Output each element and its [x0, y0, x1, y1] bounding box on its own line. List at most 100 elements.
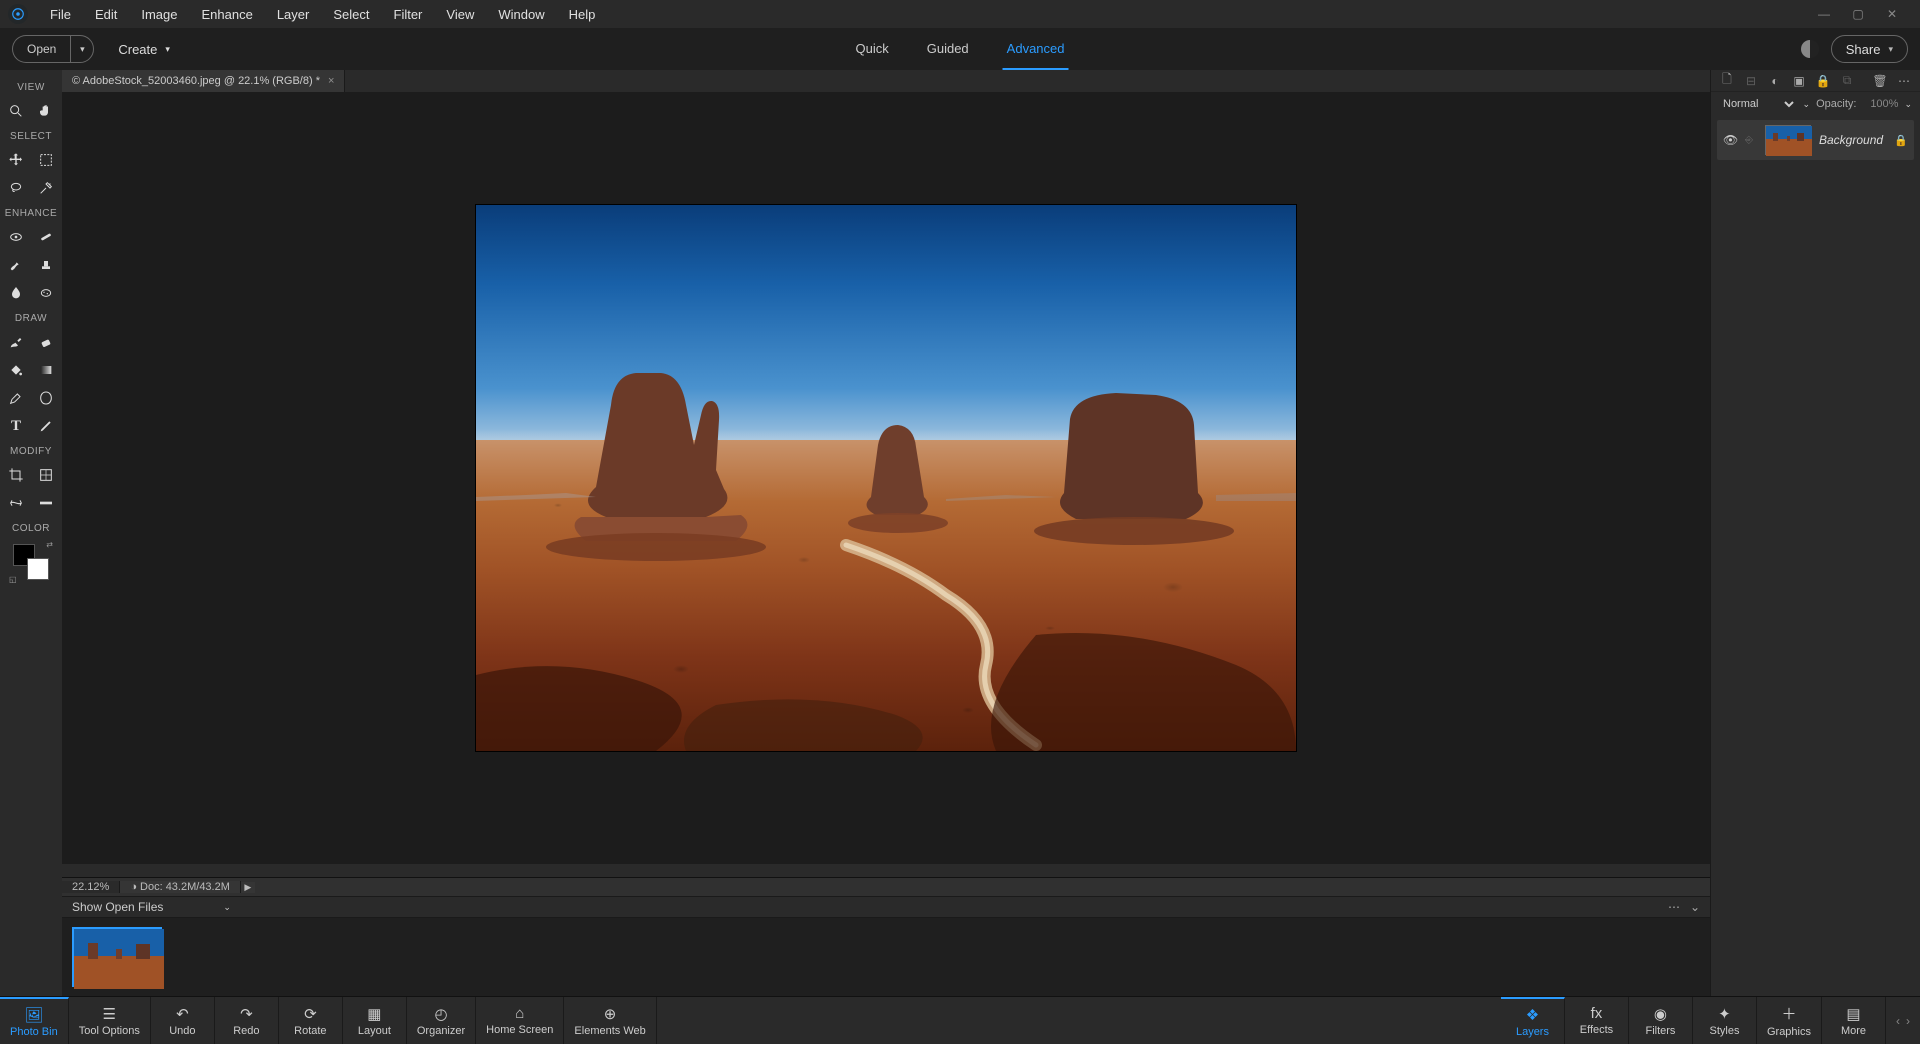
layer-row[interactable]: 👁 ⎆ Background 🔒: [1717, 120, 1914, 160]
menu-edit[interactable]: Edit: [83, 1, 129, 28]
bb-organizer[interactable]: ◴Organizer: [407, 997, 476, 1044]
menu-select[interactable]: Select: [321, 1, 381, 28]
tab-advanced[interactable]: Advanced: [1003, 29, 1069, 70]
new-group-icon[interactable]: ⊟: [1743, 73, 1759, 89]
menu-file[interactable]: File: [38, 1, 83, 28]
menu-view[interactable]: View: [434, 1, 486, 28]
recompose-tool[interactable]: [35, 464, 57, 486]
chevron-down-icon[interactable]: ⌄: [223, 902, 231, 913]
photobin-menu-icon[interactable]: ⋯: [1668, 900, 1680, 914]
color-swatches[interactable]: ⇄ ◱: [13, 544, 49, 580]
zoom-tool[interactable]: [5, 100, 27, 122]
chevron-down-icon[interactable]: ⌄: [1904, 99, 1912, 110]
paint-bucket-tool[interactable]: [5, 359, 27, 381]
content-aware-move-tool[interactable]: [5, 492, 27, 514]
bb-redo[interactable]: ↷Redo: [215, 997, 279, 1044]
bb-styles[interactable]: ✦Styles: [1693, 997, 1757, 1044]
sponge-tool[interactable]: [35, 282, 57, 304]
close-tab-icon[interactable]: ×: [328, 75, 334, 87]
tab-guided[interactable]: Guided: [923, 29, 973, 70]
open-button[interactable]: Open ▾: [12, 35, 94, 63]
doc-info[interactable]: ◑ Doc: 43.2M/43.2M: [120, 881, 241, 893]
move-tool[interactable]: [5, 149, 27, 171]
gradient-tool[interactable]: [35, 359, 57, 381]
menu-layer[interactable]: Layer: [265, 1, 322, 28]
bb-undo[interactable]: ↶Undo: [151, 997, 215, 1044]
bb-rotate[interactable]: ⟳Rotate: [279, 997, 343, 1044]
lock-icon[interactable]: 🔒: [1815, 73, 1831, 89]
window-close-icon[interactable]: ✕: [1880, 4, 1904, 24]
layer-name[interactable]: Background: [1819, 133, 1886, 147]
rotate-icon: ⟳: [304, 1005, 317, 1023]
document-tab[interactable]: © AdobeStock_52003460.jpeg @ 22.1% (RGB/…: [62, 70, 345, 92]
hand-tool[interactable]: [35, 100, 57, 122]
photobin-thumbnail[interactable]: [72, 927, 162, 987]
swap-colors-icon[interactable]: ⇄: [46, 540, 53, 549]
bb-photo-bin[interactable]: 🖼 Photo Bin: [0, 997, 69, 1044]
lasso-tool[interactable]: [5, 177, 27, 199]
bb-layers[interactable]: ❖Layers: [1501, 997, 1565, 1044]
bb-elements-web[interactable]: ⊕Elements Web: [564, 997, 656, 1044]
bb-tool-options[interactable]: ☰ Tool Options: [69, 997, 151, 1044]
smart-brush-tool[interactable]: [5, 254, 27, 276]
bb-graphics[interactable]: ＋Graphics: [1757, 997, 1822, 1044]
mask-icon[interactable]: ▣: [1791, 73, 1807, 89]
straighten-tool[interactable]: [35, 492, 57, 514]
window-maximize-icon[interactable]: ▢: [1846, 4, 1870, 24]
canvas-viewport[interactable]: [62, 92, 1710, 864]
layer-lock-icon[interactable]: 🔒: [1894, 134, 1908, 147]
opacity-value[interactable]: 100%: [1862, 98, 1898, 110]
contrast-toggle-icon[interactable]: [1801, 40, 1819, 58]
menu-help[interactable]: Help: [557, 1, 608, 28]
bottombar-prev-icon[interactable]: ‹: [1896, 1014, 1900, 1028]
bottombar-next-icon[interactable]: ›: [1906, 1014, 1910, 1028]
tab-quick[interactable]: Quick: [852, 29, 893, 70]
zoom-value[interactable]: 22.12%: [62, 881, 120, 893]
eraser-tool[interactable]: [35, 331, 57, 353]
magic-wand-tool[interactable]: [35, 177, 57, 199]
layer-thumbnail[interactable]: [1765, 125, 1811, 155]
marquee-tool[interactable]: [35, 149, 57, 171]
red-eye-tool[interactable]: [5, 226, 27, 248]
link-layers-icon[interactable]: ⧉: [1839, 73, 1855, 89]
menu-window[interactable]: Window: [486, 1, 556, 28]
color-picker-tool[interactable]: [5, 387, 27, 409]
menu-enhance[interactable]: Enhance: [190, 1, 265, 28]
delete-layer-icon[interactable]: 🗑: [1872, 73, 1888, 89]
menu-image[interactable]: Image: [129, 1, 189, 28]
brush-tool[interactable]: [5, 331, 27, 353]
horizontal-scrollbar[interactable]: [62, 864, 1710, 878]
photobin-collapse-icon[interactable]: ⌄: [1690, 900, 1700, 914]
crop-tool[interactable]: [5, 464, 27, 486]
bb-home-screen[interactable]: ⌂Home Screen: [476, 997, 564, 1044]
share-button[interactable]: Share ▾: [1831, 35, 1908, 63]
bb-effects[interactable]: fxEffects: [1565, 997, 1629, 1044]
type-tool[interactable]: T: [5, 415, 27, 437]
open-dropdown-icon[interactable]: ▾: [70, 35, 94, 63]
create-button[interactable]: Create ▾: [118, 42, 170, 57]
new-layer-icon[interactable]: 🗋: [1719, 73, 1735, 89]
spot-heal-tool[interactable]: [35, 226, 57, 248]
reset-colors-icon[interactable]: ◱: [9, 575, 17, 584]
background-color-swatch[interactable]: [27, 558, 49, 580]
undo-icon: ↶: [176, 1005, 189, 1023]
blur-tool[interactable]: [5, 282, 27, 304]
document-tabs: © AdobeStock_52003460.jpeg @ 22.1% (RGB/…: [62, 70, 1710, 92]
clone-stamp-tool[interactable]: [35, 254, 57, 276]
bb-filters[interactable]: ◉Filters: [1629, 997, 1693, 1044]
layer-link-icon[interactable]: ⎆: [1745, 135, 1757, 146]
menu-filter[interactable]: Filter: [382, 1, 435, 28]
pencil-tool[interactable]: [35, 415, 57, 437]
status-arrow-icon[interactable]: ▶: [241, 882, 255, 893]
layer-visibility-icon[interactable]: 👁: [1723, 133, 1737, 147]
section-view: VIEW: [17, 82, 45, 93]
panel-menu-icon[interactable]: ⋯: [1896, 73, 1912, 89]
blend-mode-select[interactable]: Normal: [1719, 97, 1797, 111]
bb-more[interactable]: ▤More: [1822, 997, 1886, 1044]
window-minimize-icon[interactable]: —: [1812, 4, 1836, 24]
shape-tool[interactable]: [35, 387, 57, 409]
adjustment-layer-icon[interactable]: ◐: [1767, 73, 1783, 89]
photobin-dropdown[interactable]: Show Open Files: [72, 900, 163, 914]
bb-layout[interactable]: ▦Layout: [343, 997, 407, 1044]
create-label: Create: [118, 42, 157, 57]
